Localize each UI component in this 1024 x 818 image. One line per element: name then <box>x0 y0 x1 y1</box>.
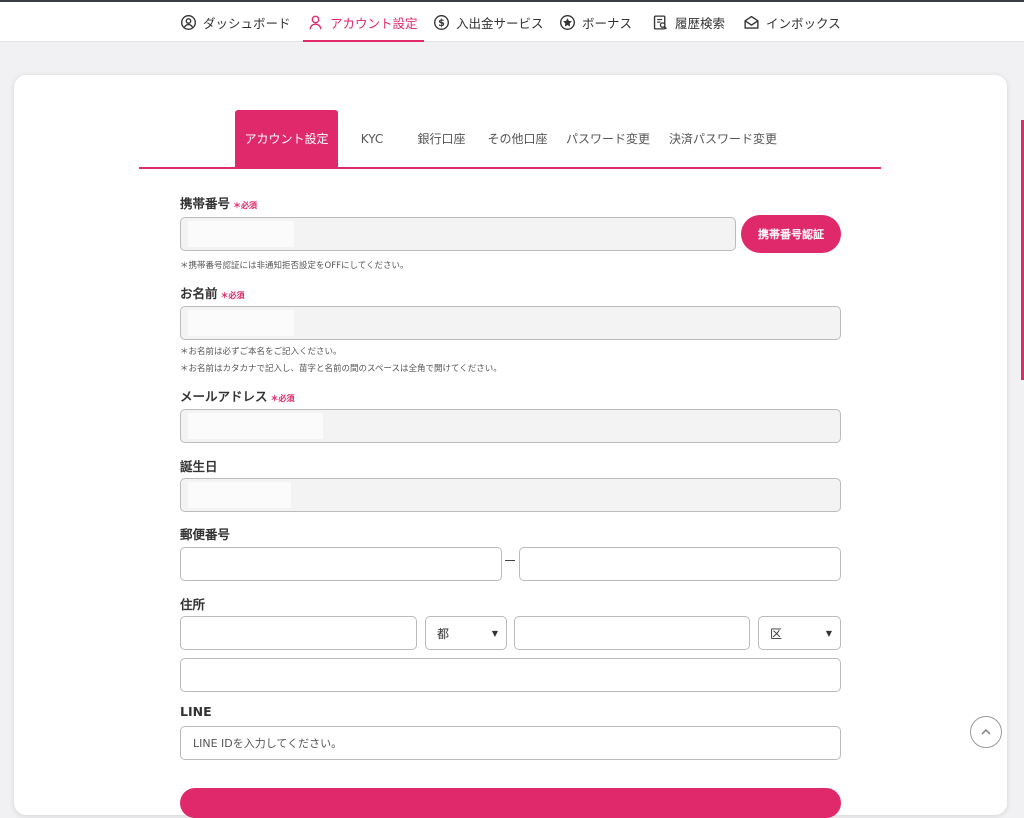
settings-tabs: アカウント設定 KYC 銀行口座 その他口座 パスワード変更 決済パスワード変更 <box>139 110 881 169</box>
nav-item-bonus[interactable]: ボーナス <box>559 2 632 42</box>
nav-item-label: インボックス <box>766 15 841 31</box>
nav-item-label: 入出金サービス <box>456 15 544 31</box>
dollar-coin-icon: $ <box>434 14 449 30</box>
required-mark: ＊必須 <box>220 291 245 300</box>
tab-password-change[interactable]: パスワード変更 <box>565 110 651 167</box>
nav-item-label: 履歴検索 <box>675 15 726 31</box>
required-mark: ＊必須 <box>233 201 258 210</box>
account-settings-card <box>14 75 1007 815</box>
birthday-input[interactable] <box>180 478 841 512</box>
caret-down-icon: ▼ <box>825 628 832 638</box>
tab-payment-password-change[interactable]: 決済パスワード変更 <box>667 110 779 167</box>
top-navigation: ダッシュボード アカウント設定 $ 入出金サービス ボーナス 履歴検索 インボッ… <box>0 2 1024 42</box>
redacted-value <box>188 413 323 439</box>
required-mark: ＊必須 <box>270 394 295 403</box>
line-id-input[interactable]: LINE IDを入力してください。 <box>180 726 841 760</box>
nav-item-account-settings[interactable]: アカウント設定 <box>303 2 424 42</box>
address-city-input[interactable] <box>514 616 750 650</box>
name-input[interactable] <box>180 306 841 340</box>
name-note-2: ＊お名前はカタカナで記入し、苗字と名前の間のスペースは全角で開けてください。 <box>180 364 502 374</box>
address-detail-input[interactable] <box>180 658 841 692</box>
chevron-up-icon <box>981 728 991 735</box>
nav-item-history-search[interactable]: 履歴検索 <box>652 2 725 42</box>
phone-note: ＊携帯番号認証には非通知拒否設定をOFFにしてください。 <box>180 261 409 271</box>
nav-item-dashboard[interactable]: ダッシュボード <box>180 2 291 42</box>
user-circle-icon <box>181 14 196 30</box>
postal-code-label: 郵便番号 <box>180 527 231 542</box>
phone-verify-button[interactable]: 携帯番号認証 <box>741 215 841 253</box>
redacted-value <box>188 310 294 336</box>
postal-code-separator <box>505 560 515 561</box>
svg-text:$: $ <box>438 18 445 29</box>
nav-item-deposit-withdraw[interactable]: $ 入出金サービス <box>433 2 544 42</box>
address-label: 住所 <box>180 597 206 612</box>
postal-code-first-input[interactable] <box>180 547 502 581</box>
address-prefecture-input[interactable] <box>180 616 417 650</box>
nav-item-label: ダッシュボード <box>203 15 291 31</box>
submit-button[interactable] <box>180 788 841 818</box>
email-input[interactable] <box>180 409 841 443</box>
envelope-icon <box>744 15 759 29</box>
star-circle-icon <box>560 14 575 30</box>
prefecture-select[interactable]: 都 ▼ <box>425 616 507 650</box>
phone-input[interactable] <box>180 217 736 251</box>
postal-code-second-input[interactable] <box>519 547 841 581</box>
name-note-1: ＊お名前は必ずご本名をご記入ください。 <box>180 347 342 357</box>
nav-item-label: ボーナス <box>582 15 633 31</box>
tab-bank-account[interactable]: 銀行口座 <box>414 110 469 167</box>
birthday-label: 誕生日 <box>180 459 218 474</box>
line-id-placeholder: LINE IDを入力してください。 <box>193 737 343 750</box>
tab-other-account[interactable]: その他口座 <box>483 110 552 167</box>
scroll-to-top-button[interactable] <box>970 716 1002 748</box>
redacted-value <box>188 221 294 247</box>
email-label: メールアドレス ＊必須 <box>180 389 295 404</box>
tab-kyc[interactable]: KYC <box>347 110 397 167</box>
nav-item-label: アカウント設定 <box>330 15 418 31</box>
redacted-value <box>188 482 291 508</box>
tab-account-settings[interactable]: アカウント設定 <box>235 110 338 167</box>
document-search-icon <box>653 14 667 30</box>
person-icon <box>309 15 322 29</box>
phone-label: 携帯番号 ＊必須 <box>180 196 258 211</box>
ward-select[interactable]: 区 ▼ <box>758 616 841 650</box>
name-label: お名前 ＊必須 <box>180 286 245 301</box>
line-label: LINE <box>180 704 212 719</box>
caret-down-icon: ▼ <box>491 628 498 638</box>
nav-item-inbox[interactable]: インボックス <box>743 2 841 42</box>
